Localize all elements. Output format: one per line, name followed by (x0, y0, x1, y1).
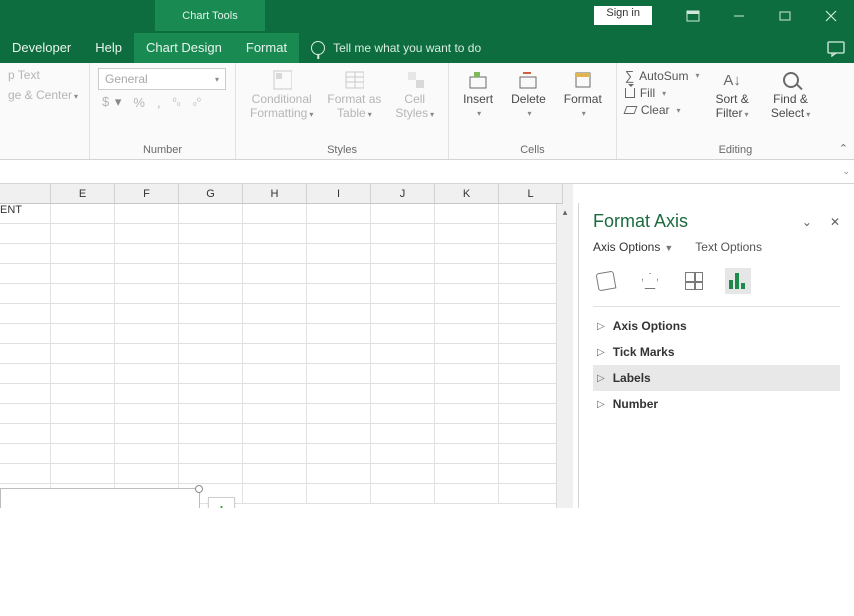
sort-icon: A↓ (723, 72, 741, 89)
merge-center-button[interactable]: ge & Center▾ (8, 88, 81, 102)
axis-options-tab[interactable]: Axis Options▼ (593, 240, 673, 254)
cell-partial-text[interactable]: ENT (0, 204, 51, 224)
collapse-ribbon-icon[interactable]: ⌃ (839, 142, 848, 155)
find-select-button[interactable]: Find &Select▾ (765, 68, 816, 123)
ribbon: p Text ge & Center▾ General▾ $ ▾ % , ⁰₀ … (0, 63, 854, 160)
axis-options-icon[interactable] (725, 268, 751, 294)
col-header-l[interactable]: L (499, 184, 563, 204)
percent-button[interactable]: % (133, 95, 145, 110)
eraser-icon (623, 106, 637, 114)
embedded-chart[interactable]: + (0, 488, 200, 508)
tab-chart-design[interactable]: Chart Design (134, 33, 234, 63)
format-axis-pane: Format Axis ⌄ ✕ Axis Options▼ Text Optio… (578, 203, 854, 508)
ribbon-group-editing: ∑AutoSum▾ Fill▾ Clear▾ A↓Sort &Filter▾ F… (617, 63, 854, 159)
close-button[interactable] (808, 0, 854, 31)
col-header-j[interactable]: J (371, 184, 435, 204)
chart-elements-button[interactable]: + (208, 497, 235, 508)
conditional-formatting-button[interactable]: ConditionalFormatting▾ (244, 68, 319, 123)
scroll-up-icon[interactable]: ▴ (557, 204, 573, 221)
chevron-right-icon: ▷ (597, 347, 605, 358)
maximize-button[interactable] (762, 0, 808, 31)
feedback-icon[interactable] (818, 41, 854, 63)
title-bar: Chart Tools Sign in (0, 0, 854, 31)
col-header-f[interactable]: F (115, 184, 179, 204)
ribbon-group-cells: Insert▾ Delete▾ Format▾ Cells (449, 63, 617, 159)
group-label-cells: Cells (457, 144, 608, 157)
column-headers[interactable]: E F G H I J K L (0, 184, 573, 204)
chart-resize-handle-tr[interactable] (195, 485, 203, 493)
plus-icon: + (217, 501, 227, 509)
size-properties-icon[interactable] (681, 268, 707, 294)
ribbon-tabs: Developer Help Chart Design Format Tell … (0, 31, 854, 63)
wrap-text-button[interactable]: p Text (8, 68, 81, 82)
comma-button[interactable]: , (157, 95, 161, 110)
expand-formula-bar-icon[interactable]: ⌄ (842, 166, 850, 177)
group-label-styles: Styles (244, 144, 440, 157)
col-header-g[interactable]: G (179, 184, 243, 204)
chevron-right-icon: ▷ (597, 373, 605, 384)
chart-tools-contextual-tab: Chart Tools (155, 0, 265, 31)
tell-me-placeholder: Tell me what you want to do (333, 41, 481, 55)
group-label-editing: Editing (625, 144, 846, 157)
chevron-right-icon: ▷ (597, 399, 605, 410)
cell-styles-button[interactable]: CellStyles▾ (389, 68, 440, 123)
pane-options-icon[interactable]: ⌄ (802, 215, 812, 229)
group-label-alignment (8, 156, 81, 157)
section-axis-options[interactable]: ▷Axis Options (593, 313, 840, 339)
tab-format[interactable]: Format (234, 33, 299, 63)
decrease-decimal-button[interactable]: ₀⁰ (193, 97, 201, 108)
effects-icon[interactable] (637, 268, 663, 294)
worksheet-grid[interactable]: E F G H I J K L ENT ▴ + (0, 184, 573, 508)
chevron-right-icon: ▷ (597, 321, 605, 332)
format-as-table-button[interactable]: Format asTable▾ (321, 68, 387, 123)
ribbon-group-styles: ConditionalFormatting▾ Format asTable▾ C… (236, 63, 449, 159)
section-number[interactable]: ▷Number (593, 391, 840, 417)
pane-title: Format Axis (593, 211, 688, 232)
clear-button[interactable]: Clear▾ (625, 103, 700, 117)
section-labels[interactable]: ▷Labels (593, 365, 840, 391)
pane-close-icon[interactable]: ✕ (830, 215, 840, 229)
section-tick-marks[interactable]: ▷Tick Marks (593, 339, 840, 365)
format-button[interactable]: Format▾ (558, 68, 608, 121)
autosum-button[interactable]: ∑AutoSum▾ (625, 68, 700, 83)
formula-bar[interactable]: ⌄ (0, 160, 854, 184)
accounting-format-button[interactable]: $ ▾ (102, 94, 121, 110)
minimize-button[interactable] (716, 0, 762, 31)
vertical-scrollbar[interactable]: ▴ (556, 204, 573, 508)
delete-button[interactable]: Delete▾ (505, 68, 552, 121)
fill-button[interactable]: Fill▾ (625, 86, 700, 100)
number-format-dropdown[interactable]: General▾ (98, 68, 226, 90)
fill-down-icon (625, 88, 635, 98)
magnifier-icon (783, 72, 799, 88)
ribbon-display-options-icon[interactable] (670, 0, 716, 31)
col-header-i[interactable]: I (307, 184, 371, 204)
tab-developer[interactable]: Developer (0, 33, 83, 63)
ribbon-group-alignment: p Text ge & Center▾ (0, 63, 90, 159)
tell-me-search[interactable]: Tell me what you want to do (299, 34, 493, 63)
ribbon-group-number: General▾ $ ▾ % , ⁰₀ ₀⁰ Number (90, 63, 236, 159)
col-header-k[interactable]: K (435, 184, 499, 204)
lightbulb-icon (311, 41, 325, 55)
col-header-e[interactable]: E (51, 184, 115, 204)
fill-line-icon[interactable] (593, 268, 619, 294)
group-label-number: Number (98, 144, 227, 157)
col-header-h[interactable]: H (243, 184, 307, 204)
sign-in-button[interactable]: Sign in (594, 6, 652, 25)
increase-decimal-button[interactable]: ⁰₀ (173, 97, 181, 108)
sort-filter-button[interactable]: A↓Sort &Filter▾ (709, 68, 754, 123)
text-options-tab[interactable]: Text Options (695, 240, 762, 254)
tab-help[interactable]: Help (83, 33, 134, 63)
insert-button[interactable]: Insert▾ (457, 68, 499, 121)
